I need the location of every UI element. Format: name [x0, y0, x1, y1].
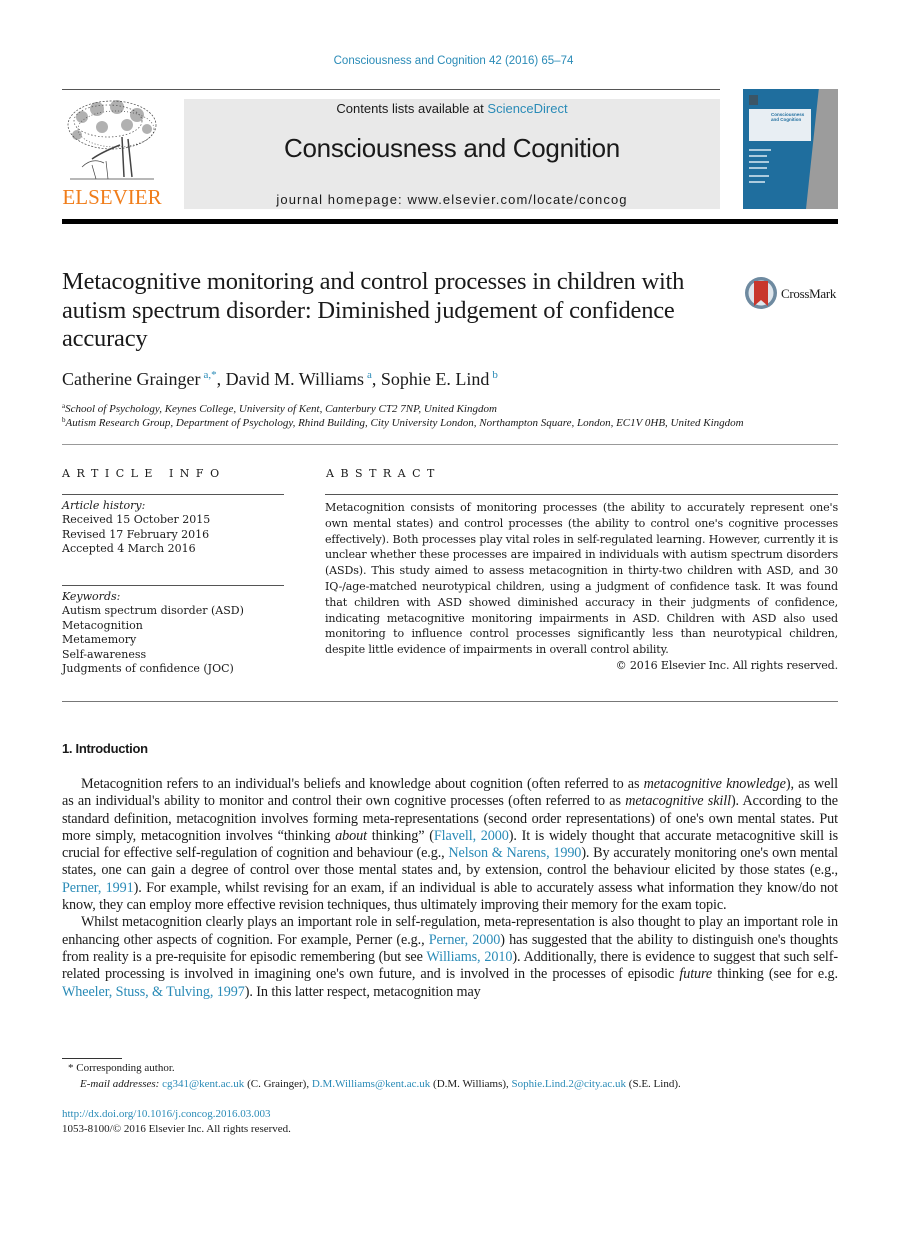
footnote-text: Corresponding author. — [76, 1062, 175, 1074]
email-link[interactable]: cg341@kent.ac.uk — [162, 1078, 244, 1090]
history-item: Revised 17 February 2016 — [62, 527, 210, 541]
email-link[interactable]: D.M.Williams@kent.ac.uk — [312, 1078, 430, 1090]
cover-text-line — [749, 155, 767, 157]
email-owner: (D.M. Williams), — [430, 1078, 512, 1090]
article-history: Article history: Received 15 October 201… — [62, 499, 210, 557]
footnote-rule — [62, 1058, 122, 1059]
issn-copyright: 1053-8100/© 2016 Elsevier Inc. All right… — [62, 1123, 291, 1135]
citation-link[interactable]: Perner, 2000 — [429, 932, 501, 948]
keyword: Metamemory — [62, 633, 137, 647]
keyword: Self-awareness — [62, 647, 147, 661]
email-label: E-mail addresses: — [80, 1078, 160, 1090]
cover-text-line — [749, 181, 765, 183]
journal-name: Consciousness and Cognition — [284, 133, 620, 163]
crossmark-label: CrossMark — [781, 286, 837, 301]
cover-text-line — [749, 175, 769, 177]
emphasis: metacognitive skill — [625, 793, 731, 810]
abstract: Metacognition consists of monitoring pro… — [325, 500, 838, 674]
doi-link[interactable]: http://dx.doi.org/10.1016/j.concog.2016.… — [62, 1108, 270, 1120]
author-name[interactable]: Catherine Grainger — [62, 369, 200, 389]
journal-banner: Contents lists available at ScienceDirec… — [184, 99, 720, 209]
email-link[interactable]: Sophie.Lind.2@city.ac.uk — [512, 1078, 627, 1090]
sciencedirect-link[interactable]: ScienceDirect — [487, 101, 567, 116]
citation-link[interactable]: Nelson & Narens, 1990 — [448, 845, 581, 861]
contents-prefix: Contents lists available at — [336, 101, 488, 116]
masthead-rule — [62, 219, 838, 224]
history-label: Article history: — [62, 499, 146, 512]
emphasis: about — [335, 827, 367, 844]
email-owner: (S.E. Lind). — [626, 1078, 681, 1090]
keyword: Judgments of confidence (JOC) — [62, 662, 234, 676]
author-affiliation-marker[interactable]: a,* — [203, 369, 216, 381]
footnote-star: * — [68, 1062, 74, 1074]
journal-homepage[interactable]: journal homepage: www.elsevier.com/locat… — [184, 192, 720, 207]
keyword: Metacognition — [62, 618, 143, 632]
journal-cover-thumbnail[interactable]: Consciousness and Cognition — [743, 89, 838, 209]
affiliation: aSchool of Psychology, Keynes College, U… — [62, 402, 497, 415]
cover-text-line — [749, 161, 769, 163]
section-divider — [62, 444, 838, 445]
elsevier-tree-icon — [62, 97, 160, 183]
corresponding-author-note: * Corresponding author. — [62, 1062, 175, 1074]
article-info-heading: ARTICLE INFO — [62, 467, 226, 480]
history-item: Received 15 October 2015 — [62, 513, 211, 527]
content-divider — [62, 701, 838, 702]
text-run: thinking (see for e.g. — [712, 966, 838, 983]
elsevier-wordmark: ELSEVIER — [62, 185, 162, 209]
crossmark-button[interactable]: CrossMark — [744, 276, 840, 312]
email-owner: (C. Grainger), — [244, 1078, 312, 1090]
article-info-rule — [62, 494, 284, 495]
citation-link[interactable]: Flavell, 2000 — [434, 828, 509, 844]
emphasis: future — [679, 966, 713, 983]
contents-line: Contents lists available at ScienceDirec… — [184, 101, 720, 116]
text-run: ). In this latter respect, metacognition… — [244, 983, 481, 1000]
citation-link[interactable]: Williams, 2010 — [426, 949, 512, 965]
introduction-heading: 1. Introduction — [62, 741, 148, 756]
email-addresses: E-mail addresses: cg341@kent.ac.uk (C. G… — [62, 1078, 681, 1090]
citation-link[interactable]: Perner, 1991 — [62, 880, 134, 896]
header-divider — [62, 89, 720, 90]
text-run: Metacognition refers to an individual's … — [81, 776, 644, 792]
cover-title: Consciousness and Cognition — [771, 112, 805, 122]
abstract-rule — [325, 494, 838, 495]
abstract-heading: ABSTRACT — [326, 467, 441, 480]
keywords-label: Keywords: — [62, 590, 121, 603]
elsevier-logo[interactable]: ELSEVIER — [62, 97, 162, 210]
cover-text-line — [749, 149, 771, 151]
affiliation-text: Autism Research Group, Department of Psy… — [65, 417, 744, 429]
text-run: ). For example, whilst revising for an e… — [62, 879, 838, 914]
author-name[interactable]: David M. Williams — [226, 369, 364, 389]
abstract-body: Metacognition consists of monitoring pro… — [325, 501, 838, 657]
article-title: Metacognitive monitoring and control pro… — [62, 268, 685, 352]
abstract-copyright: © 2016 Elsevier Inc. All rights reserved… — [615, 658, 839, 672]
emphasis: metacognitive knowledge — [643, 776, 786, 792]
journal-citation[interactable]: Consciousness and Cognition 42 (2016) 65… — [0, 55, 907, 67]
keyword: Autism spectrum disorder (ASD) — [62, 604, 244, 618]
cover-grey-band — [806, 89, 838, 209]
history-item: Accepted 4 March 2016 — [62, 542, 196, 556]
introduction-body: Metacognition refers to an individual's … — [62, 776, 838, 1001]
author-name[interactable]: Sophie E. Lind — [381, 369, 490, 389]
affiliation-text: School of Psychology, Keynes College, Un… — [65, 403, 497, 415]
paragraph: Whilst metacognition clearly plays an im… — [62, 914, 838, 1000]
paragraph: Metacognition refers to an individual's … — [62, 776, 838, 914]
keywords: Keywords: Autism spectrum disorder (ASD)… — [62, 590, 244, 676]
author-list: Catherine Grainger a,*, David M. Williams… — [62, 369, 498, 389]
keywords-rule — [62, 585, 284, 586]
text-run: thinking” ( — [366, 827, 434, 844]
citation-link[interactable]: Wheeler, Stuss, & Tulving, 1997 — [62, 984, 245, 1000]
email-label-wrap: E-mail addresses: — [62, 1078, 159, 1090]
author-affiliation-marker[interactable]: b — [492, 369, 498, 381]
cover-publisher-mark — [749, 95, 758, 105]
affiliation: bAutism Research Group, Department of Ps… — [62, 416, 744, 429]
crossmark-icon — [745, 277, 777, 309]
cover-title-panel: Consciousness and Cognition — [749, 109, 811, 141]
cover-text-line — [749, 167, 767, 169]
